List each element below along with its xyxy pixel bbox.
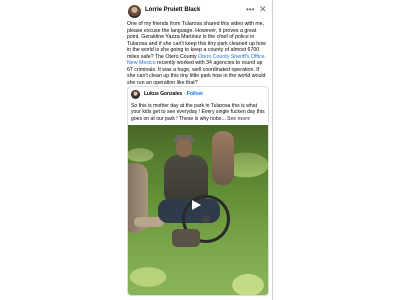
post-author-name[interactable]: Lorrie Pruiett Black [145,7,200,13]
shared-post: Lukus Gonzales · Follow So this is mothe… [127,86,269,296]
more-options-icon[interactable]: ••• [246,5,254,14]
card-right-border [272,0,273,300]
person-standing-right [212,131,234,185]
facebook-post-card: Lorrie Pruiett Black ••• ✕ One of my fri… [124,0,272,300]
author-avatar[interactable] [128,5,141,18]
shared-author-avatar[interactable] [131,90,140,99]
post-body-text: One of my friends from Tularosa shared t… [127,21,268,86]
bag [172,229,200,247]
see-more-link[interactable]: See more [226,116,250,122]
shared-post-header: Lukus Gonzales · Follow [131,90,265,100]
shared-author-line: Lukus Gonzales · Follow [144,91,203,97]
bicycle-hub [202,215,210,223]
shared-post-text: So this is mother day at the park in Tul… [131,103,265,122]
shared-author-name[interactable]: Lukus Gonzales [144,91,182,97]
man-head [176,139,192,157]
follow-button[interactable]: Follow [187,91,203,97]
video-player[interactable] [128,125,268,295]
close-icon[interactable]: ✕ [259,4,267,15]
post-header: Lorrie Pruiett Black ••• ✕ [128,4,268,19]
play-icon[interactable] [192,200,201,210]
